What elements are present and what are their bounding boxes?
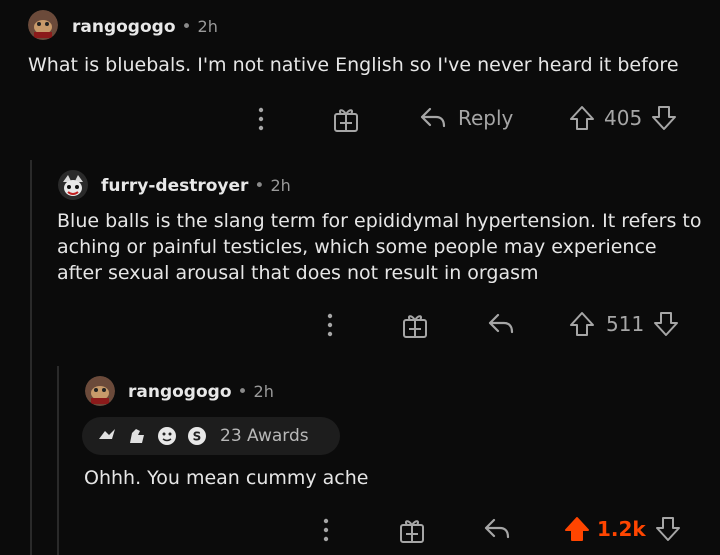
award-button[interactable] xyxy=(401,311,429,339)
vote-controls: 1.2k xyxy=(563,515,682,543)
thread-line[interactable] xyxy=(30,160,32,555)
vote-controls: 511 xyxy=(568,310,680,338)
comment-body: What is bluebals. I'm not native English… xyxy=(28,54,679,76)
reply-icon xyxy=(488,313,514,334)
reply-button[interactable]: Reply xyxy=(418,105,513,131)
more-options-button[interactable] xyxy=(323,312,337,338)
gift-icon xyxy=(403,315,427,338)
comment-body: Blue balls is the slang term for epididy… xyxy=(57,210,702,284)
award-button[interactable] xyxy=(332,105,360,133)
upvote-icon[interactable] xyxy=(568,104,596,132)
thread-line[interactable] xyxy=(57,366,59,555)
timestamp: 2h xyxy=(253,382,274,401)
downvote-icon[interactable] xyxy=(654,515,682,543)
avatar[interactable] xyxy=(85,376,115,406)
more-vertical-icon xyxy=(258,107,264,131)
reply-icon xyxy=(484,518,510,539)
award-silver-icon: S xyxy=(186,425,208,447)
reply-button[interactable] xyxy=(486,311,516,337)
reply-icon xyxy=(420,107,446,128)
award-button[interactable] xyxy=(398,516,426,544)
vote-controls: 405 xyxy=(568,104,678,132)
more-options-button[interactable] xyxy=(254,106,268,132)
username[interactable]: rangogogo xyxy=(72,17,176,37)
gift-icon xyxy=(334,109,358,132)
downvote-icon[interactable] xyxy=(652,310,680,338)
more-vertical-icon xyxy=(327,313,333,337)
vote-count: 1.2k xyxy=(597,517,646,541)
avatar[interactable] xyxy=(58,170,88,200)
award-hands-icon xyxy=(96,425,118,447)
reply-label[interactable]: Reply xyxy=(458,106,513,130)
username[interactable]: furry-destroyer xyxy=(101,176,248,196)
comment-body: Ohhh. You mean cummy ache xyxy=(84,467,369,489)
avatar[interactable] xyxy=(28,10,58,40)
more-options-button[interactable] xyxy=(319,517,333,543)
downvote-icon[interactable] xyxy=(650,104,678,132)
timestamp: 2h xyxy=(197,17,218,36)
separator-dot: • xyxy=(237,382,248,402)
comment-header: rangogogo • 2h xyxy=(72,17,218,37)
award-face-icon xyxy=(156,425,178,447)
upvote-icon[interactable] xyxy=(563,515,591,543)
separator-dot: • xyxy=(181,17,192,37)
separator-dot: • xyxy=(254,176,265,196)
more-vertical-icon xyxy=(323,518,329,542)
awards-pill[interactable]: S 23 Awards xyxy=(82,417,340,455)
gift-icon xyxy=(400,520,424,543)
award-flex-icon xyxy=(126,425,148,447)
comment-header: rangogogo • 2h xyxy=(128,382,274,402)
username[interactable]: rangogogo xyxy=(128,382,232,402)
awards-count: 23 Awards xyxy=(220,426,309,446)
comment-header: furry-destroyer • 2h xyxy=(101,176,291,196)
svg-text:S: S xyxy=(193,430,202,444)
timestamp: 2h xyxy=(270,176,291,195)
upvote-icon[interactable] xyxy=(568,310,596,338)
reply-button[interactable] xyxy=(482,516,512,542)
vote-count: 405 xyxy=(604,106,643,130)
vote-count: 511 xyxy=(606,312,645,336)
